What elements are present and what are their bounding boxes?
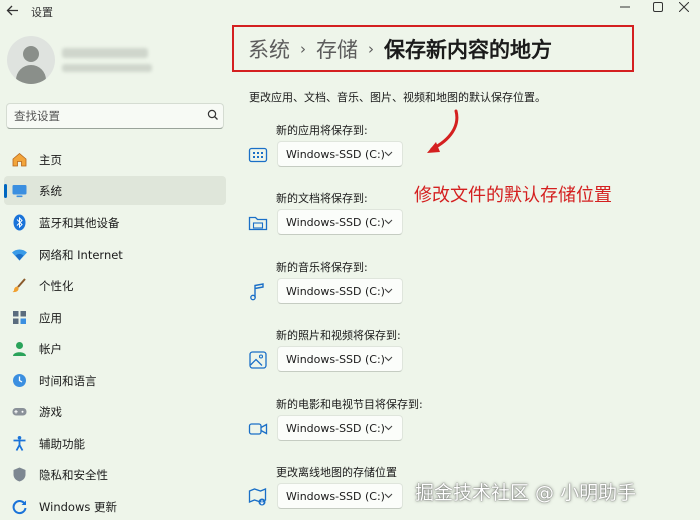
page-title: 保存新内容的地方 xyxy=(384,37,552,62)
movies-location-label: 新的电影和电视节目将保存到: xyxy=(276,398,423,411)
dropdown-value: Windows-SSD (C:) xyxy=(286,285,385,298)
sidebar-item-label: 网络和 Internet xyxy=(39,248,123,262)
settings-search[interactable] xyxy=(6,103,224,129)
photo-icon xyxy=(249,351,267,369)
music-note-icon xyxy=(250,283,264,301)
music-location-dropdown[interactable]: Windows-SSD (C:) xyxy=(277,278,403,304)
video-camera-icon xyxy=(248,423,268,435)
apps-location-dropdown[interactable]: Windows-SSD (C:) xyxy=(277,141,403,167)
movies-location-dropdown[interactable]: Windows-SSD (C:) xyxy=(277,415,403,441)
windows-update-icon xyxy=(12,500,27,515)
chevron-right-icon: › xyxy=(300,39,306,58)
sidebar-item-system[interactable]: 系统 xyxy=(4,176,226,205)
sidebar-item-windows-update[interactable]: Windows 更新 xyxy=(4,492,226,520)
time-language-icon xyxy=(13,374,26,387)
documents-location-label: 新的文档将保存到: xyxy=(276,192,368,205)
photos-location-dropdown[interactable]: Windows-SSD (C:) xyxy=(277,346,403,372)
search-input[interactable] xyxy=(7,104,197,128)
sidebar-item-privacy[interactable]: 隐私和安全性 xyxy=(4,460,226,489)
dropdown-value: Windows-SSD (C:) xyxy=(286,422,385,435)
sidebar-item-label: 帐户 xyxy=(39,342,62,356)
blurred-account-email xyxy=(62,64,152,72)
sidebar-item-accounts[interactable]: 帐户 xyxy=(4,334,226,363)
sidebar-item-label: Windows 更新 xyxy=(39,500,117,514)
avatar[interactable] xyxy=(7,36,55,84)
minimize-icon xyxy=(620,6,630,8)
account-icon xyxy=(13,342,26,356)
chevron-down-icon xyxy=(384,425,393,431)
page-description: 更改应用、文档、音乐、图片、视频和地图的默认保存位置。 xyxy=(249,91,546,104)
dropdown-value: Windows-SSD (C:) xyxy=(286,353,385,366)
sidebar-item-label: 应用 xyxy=(39,311,62,325)
annotation-text: 修改文件的默认存储位置 xyxy=(414,185,612,206)
sidebar-item-gaming[interactable]: 游戏 xyxy=(4,397,226,426)
shield-icon xyxy=(13,467,26,482)
watermark-text: 掘金技术社区 @ 小明助手 xyxy=(415,482,637,504)
accessibility-icon xyxy=(13,436,26,451)
music-location-label: 新的音乐将保存到: xyxy=(276,261,368,274)
chevron-down-icon xyxy=(384,219,393,225)
network-icon xyxy=(12,249,27,261)
sidebar-item-label: 时间和语言 xyxy=(39,374,97,388)
sidebar-item-label: 主页 xyxy=(39,153,62,167)
avatar-body-icon xyxy=(16,65,46,84)
annotation-arrow-icon xyxy=(427,109,459,153)
offline-maps-location-dropdown[interactable]: Windows-SSD (C:) xyxy=(277,483,403,509)
avatar-head-icon xyxy=(23,46,39,62)
search-icon[interactable] xyxy=(206,108,220,122)
sidebar-item-home[interactable]: 主页 xyxy=(4,145,226,174)
close-button[interactable] xyxy=(668,0,700,14)
breadcrumb: 系统 › 存储 › 保存新内容的地方 xyxy=(232,25,634,72)
back-arrow-icon[interactable] xyxy=(6,4,20,17)
dropdown-value: Windows-SSD (C:) xyxy=(286,216,385,229)
sidebar-item-label: 蓝牙和其他设备 xyxy=(39,216,120,230)
breadcrumb-storage[interactable]: 存储 xyxy=(316,34,358,64)
breadcrumb-system[interactable]: 系统 xyxy=(248,34,290,64)
sidebar-item-label: 系统 xyxy=(39,184,62,198)
sidebar-item-label: 辅助功能 xyxy=(39,437,85,451)
sidebar-item-bluetooth[interactable]: 蓝牙和其他设备 xyxy=(4,208,226,237)
blurred-account-name xyxy=(62,48,148,58)
chevron-down-icon xyxy=(384,151,393,157)
maximize-icon xyxy=(653,2,663,12)
documents-location-dropdown[interactable]: Windows-SSD (C:) xyxy=(277,209,403,235)
sidebar-item-time-language[interactable]: 时间和语言 xyxy=(4,366,226,395)
sidebar-item-label: 个性化 xyxy=(39,279,74,293)
chevron-down-icon xyxy=(384,288,393,294)
bluetooth-icon xyxy=(13,214,26,231)
offline-map-icon xyxy=(248,488,267,506)
chevron-down-icon xyxy=(384,356,393,362)
apps-icon xyxy=(13,311,26,324)
apps-storage-icon xyxy=(248,147,268,163)
selection-indicator xyxy=(4,184,7,198)
sidebar-item-network[interactable]: 网络和 Internet xyxy=(4,240,226,269)
sidebar-item-personalization[interactable]: 个性化 xyxy=(4,271,226,300)
title-bar: 设置 xyxy=(0,0,700,22)
apps-location-label: 新的应用将保存到: xyxy=(276,124,368,137)
sidebar-item-apps[interactable]: 应用 xyxy=(4,303,226,332)
window-title: 设置 xyxy=(31,6,53,19)
chevron-down-icon xyxy=(384,493,393,499)
dropdown-value: Windows-SSD (C:) xyxy=(286,490,385,503)
documents-folder-icon xyxy=(248,216,268,231)
system-icon xyxy=(12,185,27,198)
chevron-right-icon: › xyxy=(368,39,374,58)
offline-maps-location-label: 更改离线地图的存储位置 xyxy=(276,466,397,479)
home-icon xyxy=(12,152,27,167)
gaming-icon xyxy=(12,408,27,416)
sidebar-item-label: 游戏 xyxy=(39,405,62,419)
brush-icon xyxy=(12,278,26,293)
dropdown-value: Windows-SSD (C:) xyxy=(286,148,385,161)
photos-location-label: 新的照片和视频将保存到: xyxy=(276,329,401,342)
sidebar-item-label: 隐私和安全性 xyxy=(39,468,108,482)
close-icon xyxy=(679,2,689,12)
sidebar-item-accessibility[interactable]: 辅助功能 xyxy=(4,429,226,458)
